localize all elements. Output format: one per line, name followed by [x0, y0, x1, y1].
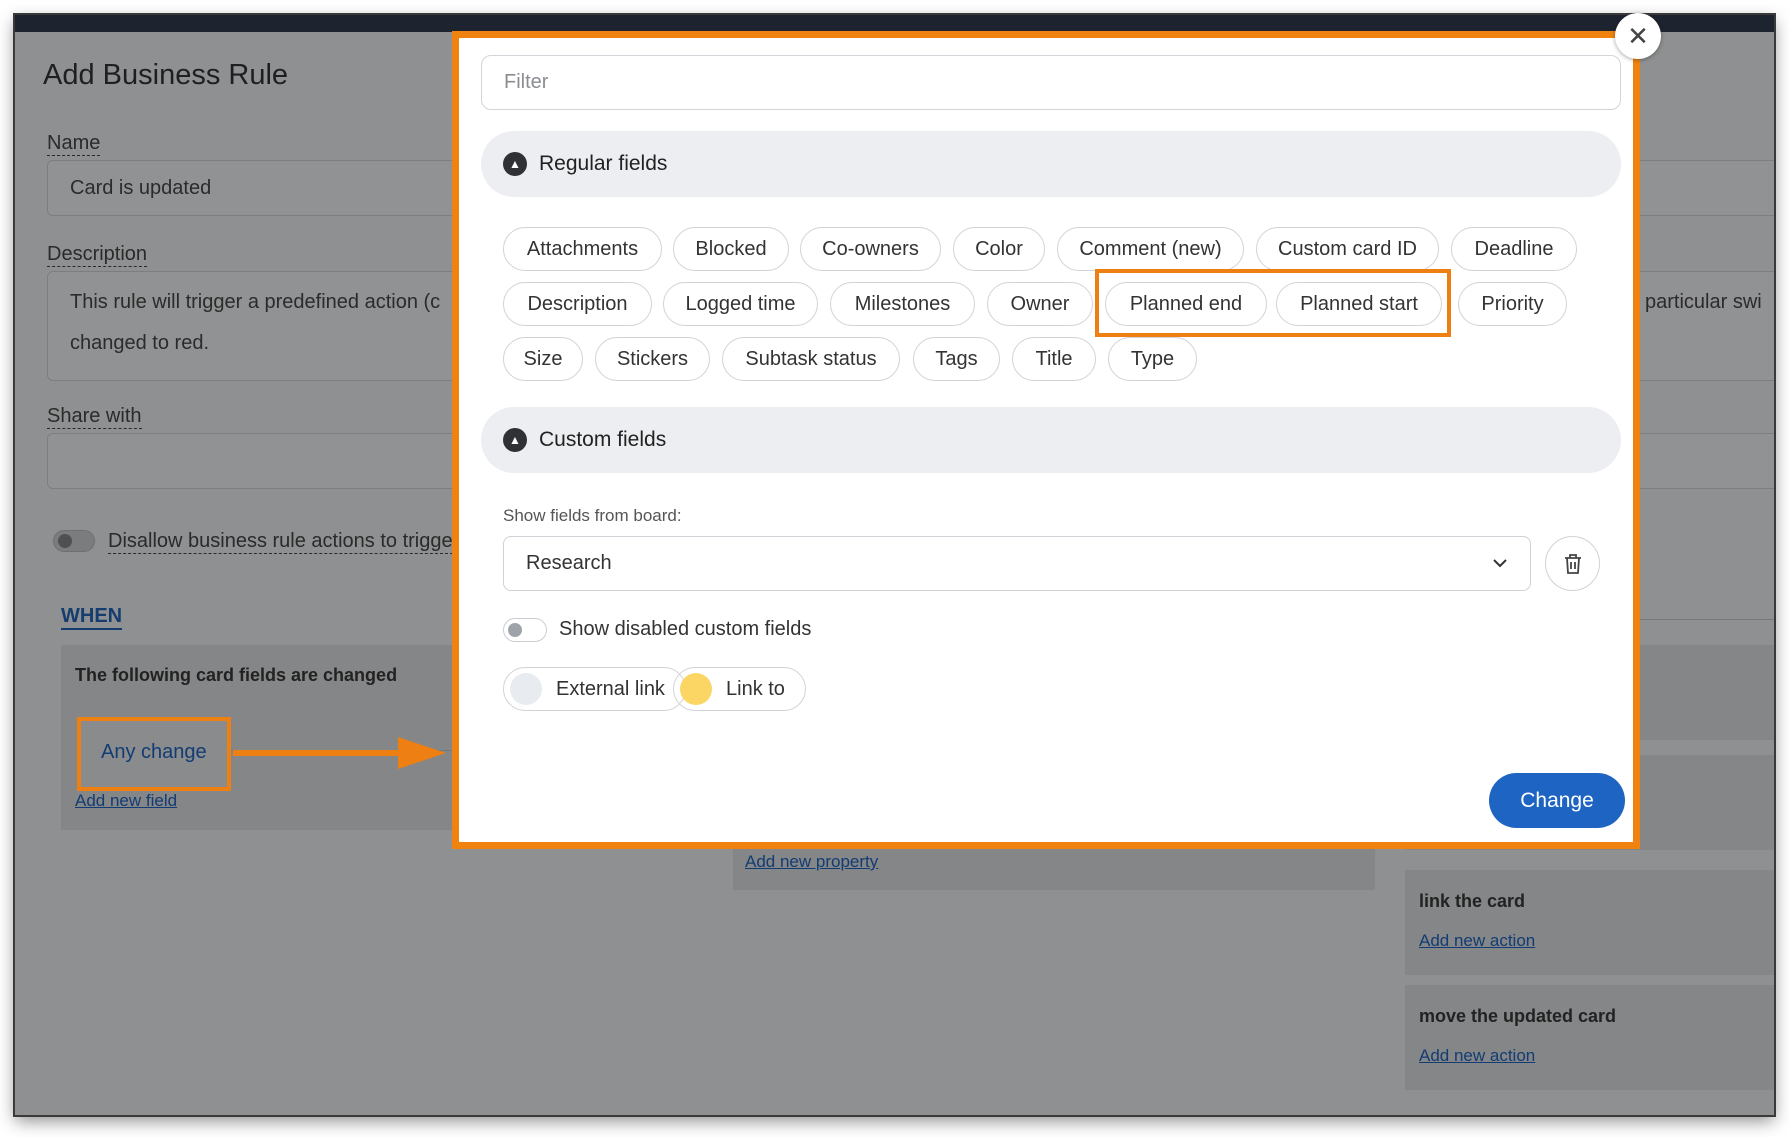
custom-fields-title: Custom fields	[539, 428, 667, 451]
custom-chip-label: Link to	[726, 677, 785, 700]
show-disabled-toggle[interactable]	[503, 618, 547, 642]
chevron-up-icon[interactable]: ▲	[503, 152, 527, 176]
share-label: Share with	[47, 405, 142, 429]
description-right-fragment: particular swi	[1645, 291, 1762, 313]
when-heading: WHEN	[61, 605, 123, 630]
custom-chip-link-to[interactable]: Link to	[673, 667, 806, 711]
custom-fields-header[interactable]: ▲ Custom fields	[481, 407, 1621, 473]
page-title: Add Business Rule	[43, 59, 289, 91]
field-picker-modal: ▲ Regular fields Attachments Blocked Co-…	[452, 31, 1640, 849]
any-change-chip[interactable]: Any change	[77, 717, 231, 791]
planned-fields-highlight	[1095, 269, 1451, 337]
regular-fields-title: Regular fields	[539, 152, 668, 175]
field-chip-co-owners[interactable]: Co-owners	[800, 227, 941, 271]
description-line-1: This rule will trigger a predefined acti…	[70, 291, 441, 313]
custom-chip-label: External link	[556, 677, 665, 700]
field-chip-owner[interactable]: Owner	[987, 282, 1093, 326]
board-select-value: Research	[526, 552, 612, 574]
field-chip-type[interactable]: Type	[1108, 337, 1197, 381]
arrow-line	[233, 750, 403, 756]
name-label: Name	[47, 132, 101, 156]
top-bar	[15, 15, 1774, 32]
delete-board-button[interactable]	[1545, 536, 1600, 591]
changed-fields-title: The following card fields are changed	[75, 665, 398, 685]
any-change-label: Any change	[101, 741, 207, 763]
field-chip-logged-time[interactable]: Logged time	[663, 282, 818, 326]
disallow-toggle[interactable]	[53, 530, 95, 552]
field-chip-color[interactable]: Color	[953, 227, 1045, 271]
close-icon[interactable]: ✕	[1615, 13, 1661, 59]
name-value: Card is updated	[70, 177, 212, 199]
field-chip-subtask-status[interactable]: Subtask status	[722, 337, 900, 381]
field-chip-milestones[interactable]: Milestones	[830, 282, 975, 326]
field-chip-attachments[interactable]: Attachments	[503, 227, 662, 271]
show-fields-label: Show fields from board:	[503, 506, 682, 525]
description-line-2: changed to red.	[70, 332, 209, 354]
link-card-title: link the card	[1419, 891, 1526, 911]
color-dot	[510, 673, 542, 705]
move-card-title: move the updated card	[1419, 1006, 1617, 1026]
field-chip-deadline[interactable]: Deadline	[1451, 227, 1577, 271]
add-new-action-link[interactable]: Add new action	[1419, 931, 1535, 951]
move-card-panel: move the updated card Add new action	[1405, 985, 1774, 1090]
field-chip-tags[interactable]: Tags	[913, 337, 1000, 381]
field-chip-blocked[interactable]: Blocked	[673, 227, 789, 271]
field-chip-priority[interactable]: Priority	[1458, 282, 1567, 326]
disallow-label: Disallow business rule actions to trigge	[108, 530, 453, 554]
chevron-up-icon[interactable]: ▲	[503, 428, 527, 452]
arrow-head-icon	[398, 737, 446, 769]
trash-icon	[1564, 553, 1581, 574]
link-card-panel: link the card Add new action	[1405, 870, 1774, 975]
custom-chip-external-link[interactable]: External link	[503, 667, 686, 711]
change-button[interactable]: Change	[1489, 773, 1625, 828]
board-select[interactable]: Research	[503, 536, 1531, 591]
color-dot	[680, 673, 712, 705]
field-chip-description[interactable]: Description	[503, 282, 652, 326]
add-new-property-link[interactable]: Add new property	[745, 852, 878, 872]
field-chip-title[interactable]: Title	[1012, 337, 1096, 381]
show-disabled-label: Show disabled custom fields	[559, 618, 812, 640]
add-new-action-link[interactable]: Add new action	[1419, 1046, 1535, 1066]
add-new-field-link[interactable]: Add new field	[75, 791, 177, 811]
field-chip-stickers[interactable]: Stickers	[595, 337, 710, 381]
field-chip-custom-card-id[interactable]: Custom card ID	[1256, 227, 1439, 271]
field-chip-comment-new[interactable]: Comment (new)	[1057, 227, 1244, 271]
field-chip-size[interactable]: Size	[503, 337, 583, 381]
regular-fields-header[interactable]: ▲ Regular fields	[481, 131, 1621, 197]
filter-input[interactable]	[481, 55, 1621, 110]
description-label: Description	[47, 243, 148, 267]
chevron-down-icon	[1492, 555, 1508, 573]
